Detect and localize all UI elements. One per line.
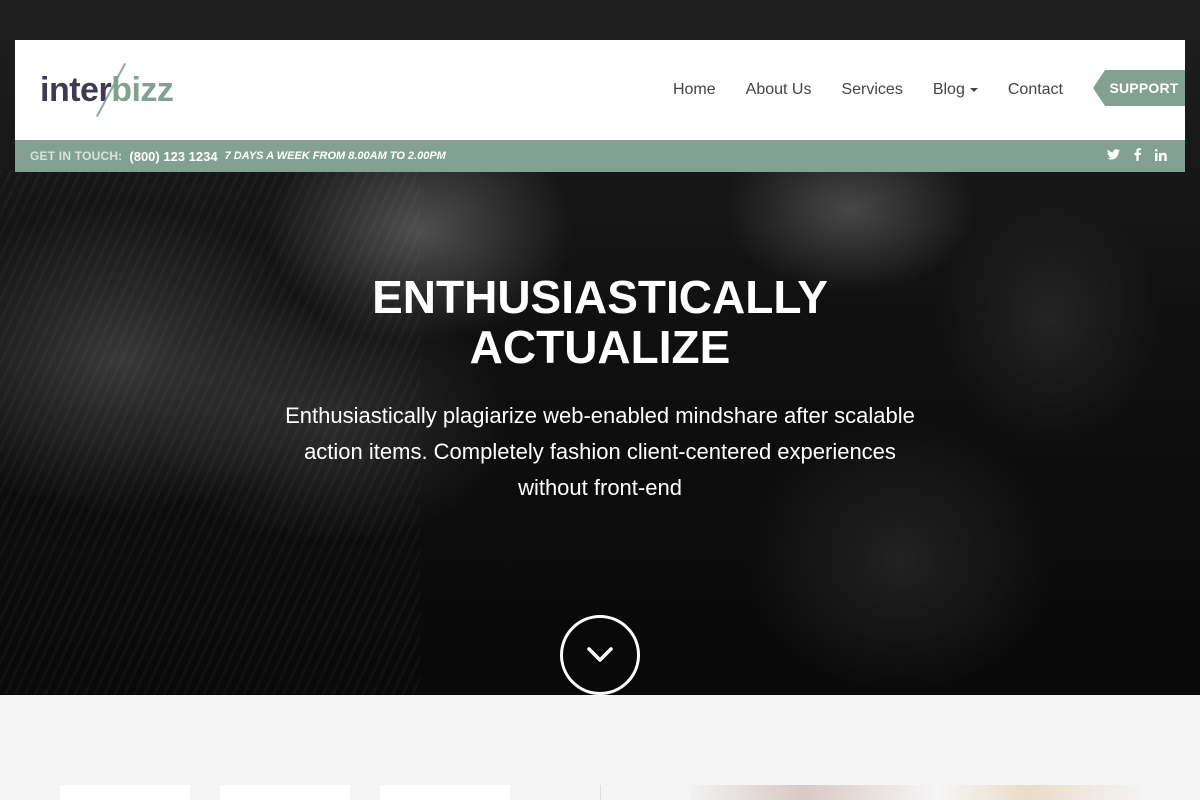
nav-item-blog[interactable]: Blog [933,81,978,99]
feature-card [380,785,510,800]
hero-subtitle-line1: Enthusiastically plagiarize web-enabled … [285,403,915,428]
main-nav: Home About Us Services Blog Contact [643,40,1063,140]
contact-phone[interactable]: (800) 123 1234 [129,149,217,164]
hero-subtitle: Enthusiastically plagiarize web-enabled … [250,398,950,506]
hero-subtitle-line3: without front-end [518,475,682,500]
site-header: interbizz Home About Us Services Blog Co… [15,40,1185,140]
caret-down-icon [969,88,978,92]
linkedin-icon[interactable] [1155,148,1167,164]
support-button[interactable]: SUPPORT [1093,70,1185,106]
nav-item-home[interactable]: Home [673,81,716,99]
logo-text-bizz: bizz [111,71,174,109]
nav-item-services[interactable]: Services [841,81,902,99]
logo[interactable]: interbizz [40,63,210,117]
hero-title-line1: ENTHUSIASTICALLY [372,271,828,323]
nav-item-blog-label: Blog [932,81,965,98]
nav-item-contact[interactable]: Contact [1008,81,1063,99]
contact-hours: 7 DAYS A WEEK FROM 8.00AM TO 2.00PM [224,150,446,162]
section-divider [600,785,601,800]
logo-text-inter: inter [40,71,112,109]
hero-subtitle-line2: action items. Completely fashion client-… [304,439,896,464]
feature-card [60,785,190,800]
section-photo [690,785,1140,800]
facebook-icon[interactable] [1134,148,1141,164]
feature-card [220,785,350,800]
twitter-icon[interactable] [1107,149,1120,163]
contact-label: GET IN TOUCH: [30,149,123,163]
contact-bar: GET IN TOUCH: (800) 123 1234 7 DAYS A WE… [15,140,1185,172]
hero-title-line2: ACTUALIZE [469,321,731,373]
scroll-down-button[interactable] [560,615,640,695]
chevron-down-icon [587,647,613,662]
hero-title: ENTHUSIASTICALLY ACTUALIZE [0,272,1200,372]
nav-item-about-us[interactable]: About Us [746,81,812,99]
social-links [1107,140,1167,172]
